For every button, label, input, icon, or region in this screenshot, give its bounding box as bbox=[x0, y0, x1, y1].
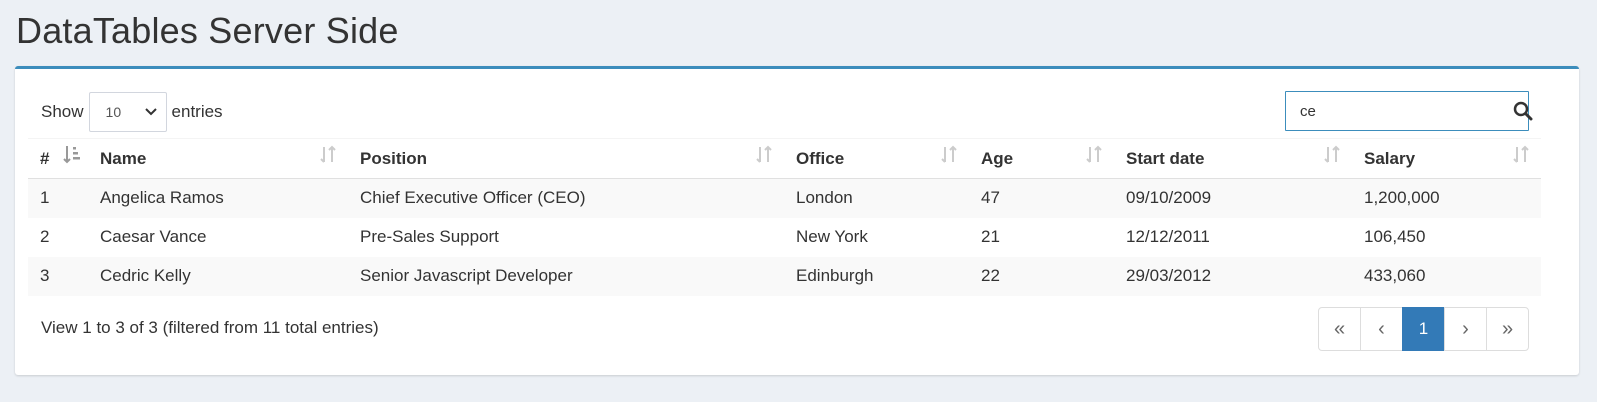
cell-index: 1 bbox=[40, 188, 50, 208]
column-header-label: Name bbox=[100, 148, 147, 168]
column-header-position[interactable]: Position bbox=[348, 138, 784, 179]
entries-label: entries bbox=[171, 102, 223, 121]
cell-index: 2 bbox=[40, 227, 50, 246]
sort-icon bbox=[756, 145, 772, 163]
cell-age: 22 bbox=[981, 266, 1000, 285]
column-header-label: Office bbox=[796, 148, 845, 168]
cell-salary: 106,450 bbox=[1364, 227, 1426, 246]
table-header-row: # Name Position Office Age Start date Sa… bbox=[28, 138, 1541, 179]
cell-age: 21 bbox=[981, 227, 1000, 246]
sort-icon bbox=[941, 145, 957, 163]
search-input[interactable] bbox=[1286, 93, 1513, 129]
column-header-label: Salary bbox=[1364, 148, 1416, 168]
cell-salary: 1,200,000 bbox=[1364, 188, 1440, 208]
sort-icon bbox=[1086, 145, 1102, 163]
cell-office: Edinburgh bbox=[796, 266, 874, 285]
cell-start-date: 29/03/2012 bbox=[1126, 266, 1212, 285]
search-box bbox=[1285, 91, 1533, 131]
first-page-button[interactable]: « bbox=[1318, 307, 1361, 351]
table-row: 1 Angelica Ramos Chief Executive Officer… bbox=[28, 178, 1541, 218]
cell-position: Chief Executive Officer (CEO) bbox=[360, 188, 586, 208]
cell-name: Angelica Ramos bbox=[100, 188, 224, 208]
page-title: DataTables Server Side bbox=[16, 10, 399, 51]
search-icon bbox=[1513, 101, 1533, 121]
cell-start-date: 12/12/2011 bbox=[1126, 227, 1210, 246]
column-header-label: Start date bbox=[1126, 148, 1205, 168]
cell-name: Caesar Vance bbox=[100, 227, 207, 246]
cell-position: Pre-Sales Support bbox=[360, 227, 499, 246]
cell-salary: 433,060 bbox=[1364, 266, 1426, 285]
cell-office: New York bbox=[796, 227, 868, 246]
entries-select[interactable]: 10 bbox=[88, 92, 167, 132]
chevron-down-icon bbox=[144, 108, 157, 116]
column-header-index[interactable]: # bbox=[28, 138, 88, 179]
last-page-button[interactable]: » bbox=[1486, 307, 1529, 351]
page-button-current[interactable]: 1 bbox=[1402, 307, 1445, 351]
cell-office: London bbox=[796, 188, 853, 208]
cell-name: Cedric Kelly bbox=[100, 266, 191, 285]
next-page-button[interactable]: › bbox=[1444, 307, 1487, 351]
previous-page-button[interactable]: ‹ bbox=[1360, 307, 1403, 351]
entries-select-value: 10 bbox=[105, 104, 122, 120]
column-header-label: Position bbox=[360, 148, 428, 168]
cell-start-date: 09/10/2009 bbox=[1126, 188, 1212, 208]
column-header-age[interactable]: Age bbox=[969, 138, 1114, 179]
column-header-label: # bbox=[40, 148, 50, 168]
search-button[interactable] bbox=[1513, 92, 1533, 130]
cell-age: 47 bbox=[981, 188, 1000, 208]
sort-ascending-icon bbox=[63, 146, 80, 164]
sort-icon bbox=[320, 145, 336, 163]
column-header-label: Age bbox=[981, 148, 1014, 168]
datatable-box: Show 10 entries # bbox=[15, 66, 1579, 375]
column-header-salary[interactable]: Salary bbox=[1352, 138, 1541, 179]
table-row: 3 Cedric Kelly Senior Javascript Develop… bbox=[28, 256, 1541, 296]
table-info: View 1 to 3 of 3 (filtered from 11 total… bbox=[41, 318, 379, 337]
table-row: 2 Caesar Vance Pre-Sales Support New Yor… bbox=[28, 218, 1541, 257]
show-label: Show bbox=[41, 102, 84, 121]
sort-icon bbox=[1513, 145, 1529, 163]
column-header-start-date[interactable]: Start date bbox=[1114, 138, 1352, 179]
column-header-office[interactable]: Office bbox=[784, 138, 969, 179]
cell-index: 3 bbox=[40, 266, 50, 285]
length-control: Show 10 entries bbox=[41, 92, 223, 132]
cell-position: Senior Javascript Developer bbox=[360, 266, 573, 285]
pagination: « ‹ 1 › » bbox=[1318, 307, 1529, 353]
data-table: # Name Position Office Age Start date Sa… bbox=[28, 138, 1541, 296]
column-header-name[interactable]: Name bbox=[88, 138, 348, 179]
sort-icon bbox=[1324, 145, 1340, 163]
